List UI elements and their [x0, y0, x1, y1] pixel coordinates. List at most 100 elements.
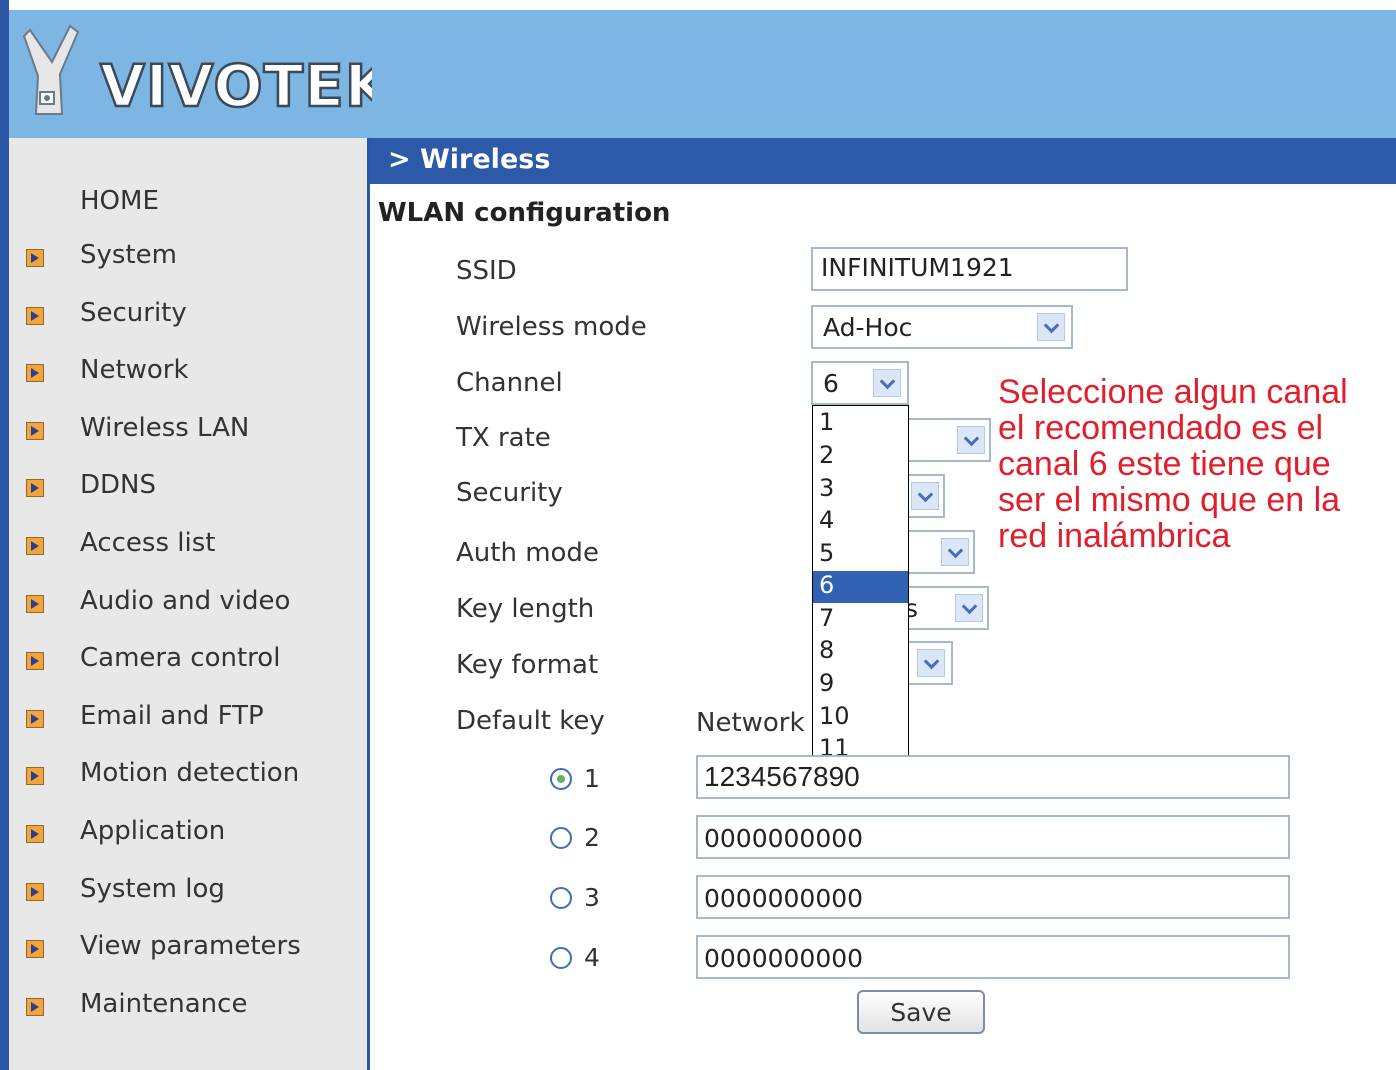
sidebar-item-maintenance[interactable]: Maintenance — [0, 981, 358, 1025]
arrow-right-icon — [26, 940, 44, 959]
sidebar-item-label: Security — [80, 297, 187, 328]
annotation-note: Seleccione algun canal el recomendado es… — [998, 374, 1396, 554]
sidebar-item-label: Application — [80, 816, 226, 846]
channel-option[interactable]: 5 — [813, 539, 908, 571]
sidebar-item-home[interactable]: HOME — [80, 186, 159, 216]
channel-option[interactable]: 4 — [813, 506, 908, 538]
key-format-select[interactable] — [909, 641, 953, 685]
channel-option[interactable]: 9 — [813, 669, 908, 701]
arrow-right-icon — [26, 479, 44, 498]
key-4-radio[interactable] — [550, 947, 572, 969]
sidebar-item-camera-control[interactable]: Camera control — [0, 635, 358, 679]
key-length-select[interactable]: s — [905, 586, 989, 630]
annotation-line: red inalámbrica — [998, 517, 1231, 554]
security-label: Security — [456, 478, 563, 508]
arrow-right-icon — [26, 306, 44, 325]
channel-option[interactable]: 1 — [813, 408, 908, 440]
sidebar-item-label: Camera control — [80, 643, 281, 674]
arrow-right-icon — [26, 882, 44, 901]
chevron-down-icon[interactable] — [917, 649, 945, 677]
tx-rate-select[interactable] — [909, 418, 991, 462]
top-strip — [9, 0, 1396, 10]
sidebar-item-network[interactable]: Network — [0, 347, 358, 391]
sidebar-item-motion-detection[interactable]: Motion detection — [0, 750, 358, 794]
key-2-input[interactable]: 0000000000 — [696, 815, 1290, 859]
chevron-down-icon[interactable] — [1037, 313, 1065, 341]
key-3-input[interactable]: 0000000000 — [696, 875, 1290, 919]
key-4-number: 4 — [584, 943, 600, 972]
sidebar-item-label: DDNS — [80, 470, 156, 501]
sidebar-item-audio-and-video[interactable]: Audio and video — [0, 578, 358, 622]
save-button[interactable]: Save — [857, 990, 985, 1034]
sidebar-item-system-log[interactable]: System log — [0, 866, 358, 910]
key-3-number: 3 — [584, 883, 600, 912]
sidebar-item-label: Maintenance — [80, 988, 248, 1019]
camera-icon — [22, 24, 80, 115]
sidebar-item-view-parameters[interactable]: View parameters — [0, 923, 358, 967]
key-3-radio[interactable] — [550, 887, 572, 909]
channel-select[interactable]: 6 — [811, 361, 909, 405]
channel-value: 6 — [823, 369, 839, 398]
chevron-down-icon[interactable] — [873, 369, 901, 397]
channel-option[interactable]: 7 — [813, 604, 908, 636]
chevron-down-icon[interactable] — [955, 594, 983, 622]
key-4-value: 0000000000 — [704, 944, 864, 973]
annotation-line: ser el mismo que en la — [998, 481, 1341, 519]
page-title: > Wireless — [388, 144, 551, 175]
arrow-right-icon — [26, 249, 44, 267]
annotation-line: Seleccione algun canal — [998, 374, 1348, 411]
channel-dropdown-list[interactable]: 1 2 3 4 5 6 7 8 9 10 11 — [812, 405, 909, 757]
key-1-number: 1 — [584, 764, 600, 793]
vivotek-logo: VIVOTEK — [22, 24, 372, 121]
sidebar-item-access-list[interactable]: Access list — [0, 520, 358, 564]
channel-option[interactable]: 11 — [813, 734, 908, 757]
sidebar-item-system[interactable]: System — [0, 232, 358, 276]
arrow-right-icon — [26, 652, 44, 671]
sidebar-item-label: System — [80, 240, 177, 270]
chevron-down-icon[interactable] — [957, 426, 985, 454]
auth-mode-select[interactable] — [909, 530, 975, 574]
channel-option-selected[interactable]: 6 — [813, 571, 908, 603]
channel-option[interactable]: 2 — [813, 441, 908, 473]
tx-rate-label: TX rate — [456, 423, 551, 453]
logo-wordmark: VIVOTEK — [100, 52, 372, 120]
security-select[interactable] — [909, 474, 945, 518]
arrow-right-icon — [26, 421, 44, 440]
key-1-radio[interactable] — [550, 768, 572, 790]
channel-option[interactable]: 10 — [813, 702, 908, 734]
key-1-input[interactable]: 1234567890 — [696, 755, 1290, 799]
chevron-down-icon[interactable] — [941, 538, 969, 566]
chevron-down-icon[interactable] — [911, 482, 939, 510]
wireless-mode-select[interactable]: Ad-Hoc — [811, 305, 1073, 349]
default-key-label: Default key — [456, 706, 605, 736]
arrow-right-icon — [26, 594, 44, 613]
wireless-mode-label: Wireless mode — [456, 312, 647, 342]
key-format-label: Key format — [456, 650, 599, 680]
arrow-right-icon — [26, 767, 44, 786]
page-title-bar: > Wireless — [370, 138, 1396, 184]
sidebar-item-application[interactable]: Application — [0, 808, 358, 852]
sidebar-item-ddns[interactable]: DDNS — [0, 462, 358, 506]
channel-label: Channel — [456, 368, 563, 398]
ssid-value: INFINITUM1921 — [821, 253, 1014, 282]
sidebar-item-wireless-lan[interactable]: Wireless LAN — [0, 405, 358, 449]
sidebar-item-label: Email and FTP — [80, 700, 264, 731]
arrow-right-icon — [26, 825, 44, 843]
arrow-right-icon — [26, 364, 44, 383]
key-4-input[interactable]: 0000000000 — [696, 935, 1290, 979]
channel-option[interactable]: 3 — [813, 474, 908, 506]
key-2-radio[interactable] — [550, 827, 572, 849]
sidebar-item-email-and-ftp[interactable]: Email and FTP — [0, 693, 358, 737]
annotation-line: el recomendado es el — [998, 409, 1324, 447]
sidebar-item-security[interactable]: Security — [0, 290, 358, 334]
key-1-value: 1234567890 — [704, 761, 860, 792]
sidebar-item-label: Audio and video — [80, 585, 291, 616]
sidebar-item-label: View parameters — [80, 931, 301, 962]
ssid-input[interactable]: INFINITUM1921 — [811, 247, 1128, 291]
channel-option[interactable]: 8 — [813, 636, 908, 668]
key-2-number: 2 — [584, 823, 600, 852]
section-title: WLAN configuration — [378, 198, 671, 228]
key-length-label: Key length — [456, 594, 595, 624]
ssid-label: SSID — [456, 256, 517, 286]
sidebar-item-label: Motion detection — [80, 758, 300, 789]
